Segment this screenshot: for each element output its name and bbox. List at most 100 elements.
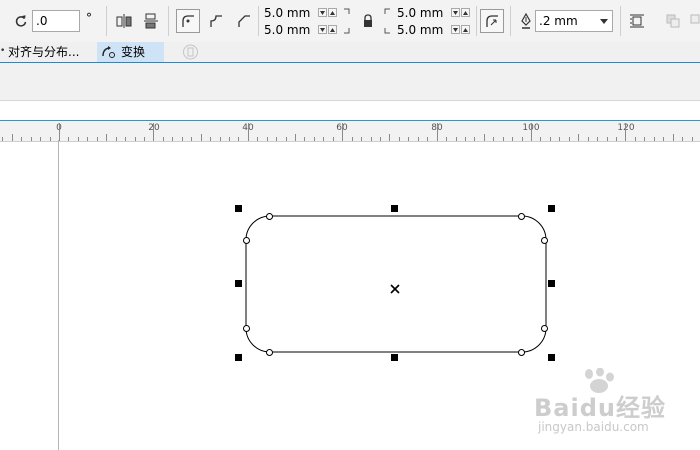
ruler-tick <box>578 134 580 141</box>
ruler-tick <box>106 134 108 141</box>
corner-node[interactable] <box>243 237 250 244</box>
ruler-tick <box>672 134 674 141</box>
ruler-tick <box>96 137 98 141</box>
spin-up-icon[interactable] <box>328 25 337 34</box>
mirror-vertical-icon[interactable] <box>140 10 162 32</box>
ruler-tick <box>351 137 353 141</box>
wrap-text-icon[interactable] <box>626 10 648 32</box>
ruler-tick <box>625 123 627 141</box>
ruler-tick <box>313 137 315 141</box>
corner-node[interactable] <box>266 213 273 220</box>
ruler-tick <box>446 137 447 141</box>
spin-down-icon[interactable] <box>451 8 460 17</box>
ruler-tick <box>2 137 4 141</box>
ruler-tick <box>125 137 127 141</box>
ruler-tick <box>342 123 344 141</box>
spin-up-icon[interactable] <box>461 8 470 17</box>
corner-radius-bottom-left-value[interactable]: 5.0 mm <box>262 23 318 38</box>
corner-node[interactable] <box>518 213 525 220</box>
chamfered-corner-icon[interactable] <box>233 10 255 32</box>
selection-handle-bottom-right[interactable] <box>548 354 555 361</box>
corner-node[interactable] <box>266 349 273 356</box>
selection-handle-top-right[interactable] <box>548 205 555 212</box>
ruler-tick <box>521 137 523 141</box>
ruler-tick <box>653 137 655 141</box>
ruler-tick <box>474 137 476 141</box>
separator <box>620 6 621 36</box>
to-back-icon[interactable] <box>686 10 700 32</box>
lock-ratio-icon[interactable] <box>357 10 379 32</box>
ruler-tick <box>228 137 230 141</box>
outline-width-value: .2 mm <box>539 14 578 28</box>
corner-radius-top-left-field[interactable]: 5.0 mm <box>262 6 340 21</box>
ruler-tick <box>162 137 164 141</box>
spin-down-icon[interactable] <box>451 25 460 34</box>
ruler-tick <box>153 123 155 141</box>
ruler-tick <box>691 137 693 141</box>
watermark-logo-text: Baidu经验 <box>534 394 666 422</box>
degree-unit: ° <box>86 11 92 25</box>
ruler-tick <box>427 137 429 141</box>
scalloped-corner-icon[interactable] <box>205 10 227 32</box>
horizontal-ruler[interactable]: 0 20 40 60 80 100 120 <box>0 120 700 142</box>
ruler-tick <box>493 137 495 141</box>
ruler-tick <box>285 137 287 141</box>
corner-node[interactable] <box>518 349 525 356</box>
separator <box>476 6 477 36</box>
ruler-tick <box>87 137 89 141</box>
chevron-down-icon[interactable] <box>600 11 608 37</box>
tab-bullet-icon: • <box>0 46 6 56</box>
ruler-tick <box>559 137 561 141</box>
ruler-tick <box>238 137 240 141</box>
page-edge-guide <box>58 140 59 450</box>
selection-handle-right[interactable] <box>548 280 555 287</box>
spin-down-icon[interactable] <box>318 8 327 17</box>
outline-width-select[interactable]: .2 mm <box>535 10 613 32</box>
tab-align-distribute[interactable]: 对齐与分布... <box>8 42 96 62</box>
tab-transform[interactable]: 变换 <box>97 42 164 62</box>
rotation-angle-input[interactable]: .0 <box>32 10 80 32</box>
toolbox-band <box>0 63 700 101</box>
property-bar: .0 ° 5.0 mm 5.0 mm 5.0 mm 5.0 mm .2 mm <box>0 0 700 47</box>
round-corner-icon[interactable] <box>176 9 200 33</box>
corner-radius-bottom-left-field[interactable]: 5.0 mm <box>262 23 340 38</box>
tab-label: 对齐与分布... <box>8 45 80 59</box>
spin-up-icon[interactable] <box>328 8 337 17</box>
selection-handle-left[interactable] <box>235 280 242 287</box>
ruler-tick <box>370 137 372 141</box>
corner-radius-top-right-value[interactable]: 5.0 mm <box>395 6 451 21</box>
center-marker-icon[interactable] <box>390 279 400 298</box>
ruler-tick <box>40 137 42 141</box>
ruler-tick <box>11 134 13 141</box>
corner-node[interactable] <box>541 237 548 244</box>
selection-handle-bottom-left[interactable] <box>235 354 242 361</box>
corner-node[interactable] <box>541 325 548 332</box>
selection-handle-top-left[interactable] <box>235 205 242 212</box>
to-front-icon[interactable] <box>662 10 684 32</box>
relative-corner-scaling-icon[interactable] <box>480 9 504 33</box>
corner-radius-bottom-right-field[interactable]: 5.0 mm <box>395 23 473 38</box>
corner-node[interactable] <box>243 325 250 332</box>
corner-radius-bottom-right-value[interactable]: 5.0 mm <box>395 23 451 38</box>
docker-pin-icon[interactable] <box>182 44 199 64</box>
docker-tab-row: • 对齐与分布... 变换 <box>0 42 700 62</box>
ruler-tick <box>597 137 599 141</box>
corner-radius-top-right-field[interactable]: 5.0 mm <box>395 6 473 21</box>
ruler-tick <box>361 137 363 141</box>
ruler-tick <box>568 137 570 141</box>
spin-down-icon[interactable] <box>318 25 327 34</box>
ruler-tick <box>21 137 23 141</box>
ruler-tick <box>257 137 259 141</box>
ruler-tick <box>417 137 419 141</box>
spin-up-icon[interactable] <box>461 25 470 34</box>
mirror-horizontal-icon[interactable] <box>113 10 135 32</box>
corner-radius-top-left-value[interactable]: 5.0 mm <box>262 6 318 21</box>
ruler-tick <box>464 137 466 141</box>
ruler-tick <box>276 137 278 141</box>
selection-handle-bottom[interactable] <box>391 354 398 361</box>
ruler-tick <box>219 137 221 141</box>
ruler-tick <box>295 134 296 141</box>
ruler-tick <box>644 137 646 141</box>
selection-handle-top[interactable] <box>391 205 398 212</box>
ruler-tick <box>502 137 504 141</box>
